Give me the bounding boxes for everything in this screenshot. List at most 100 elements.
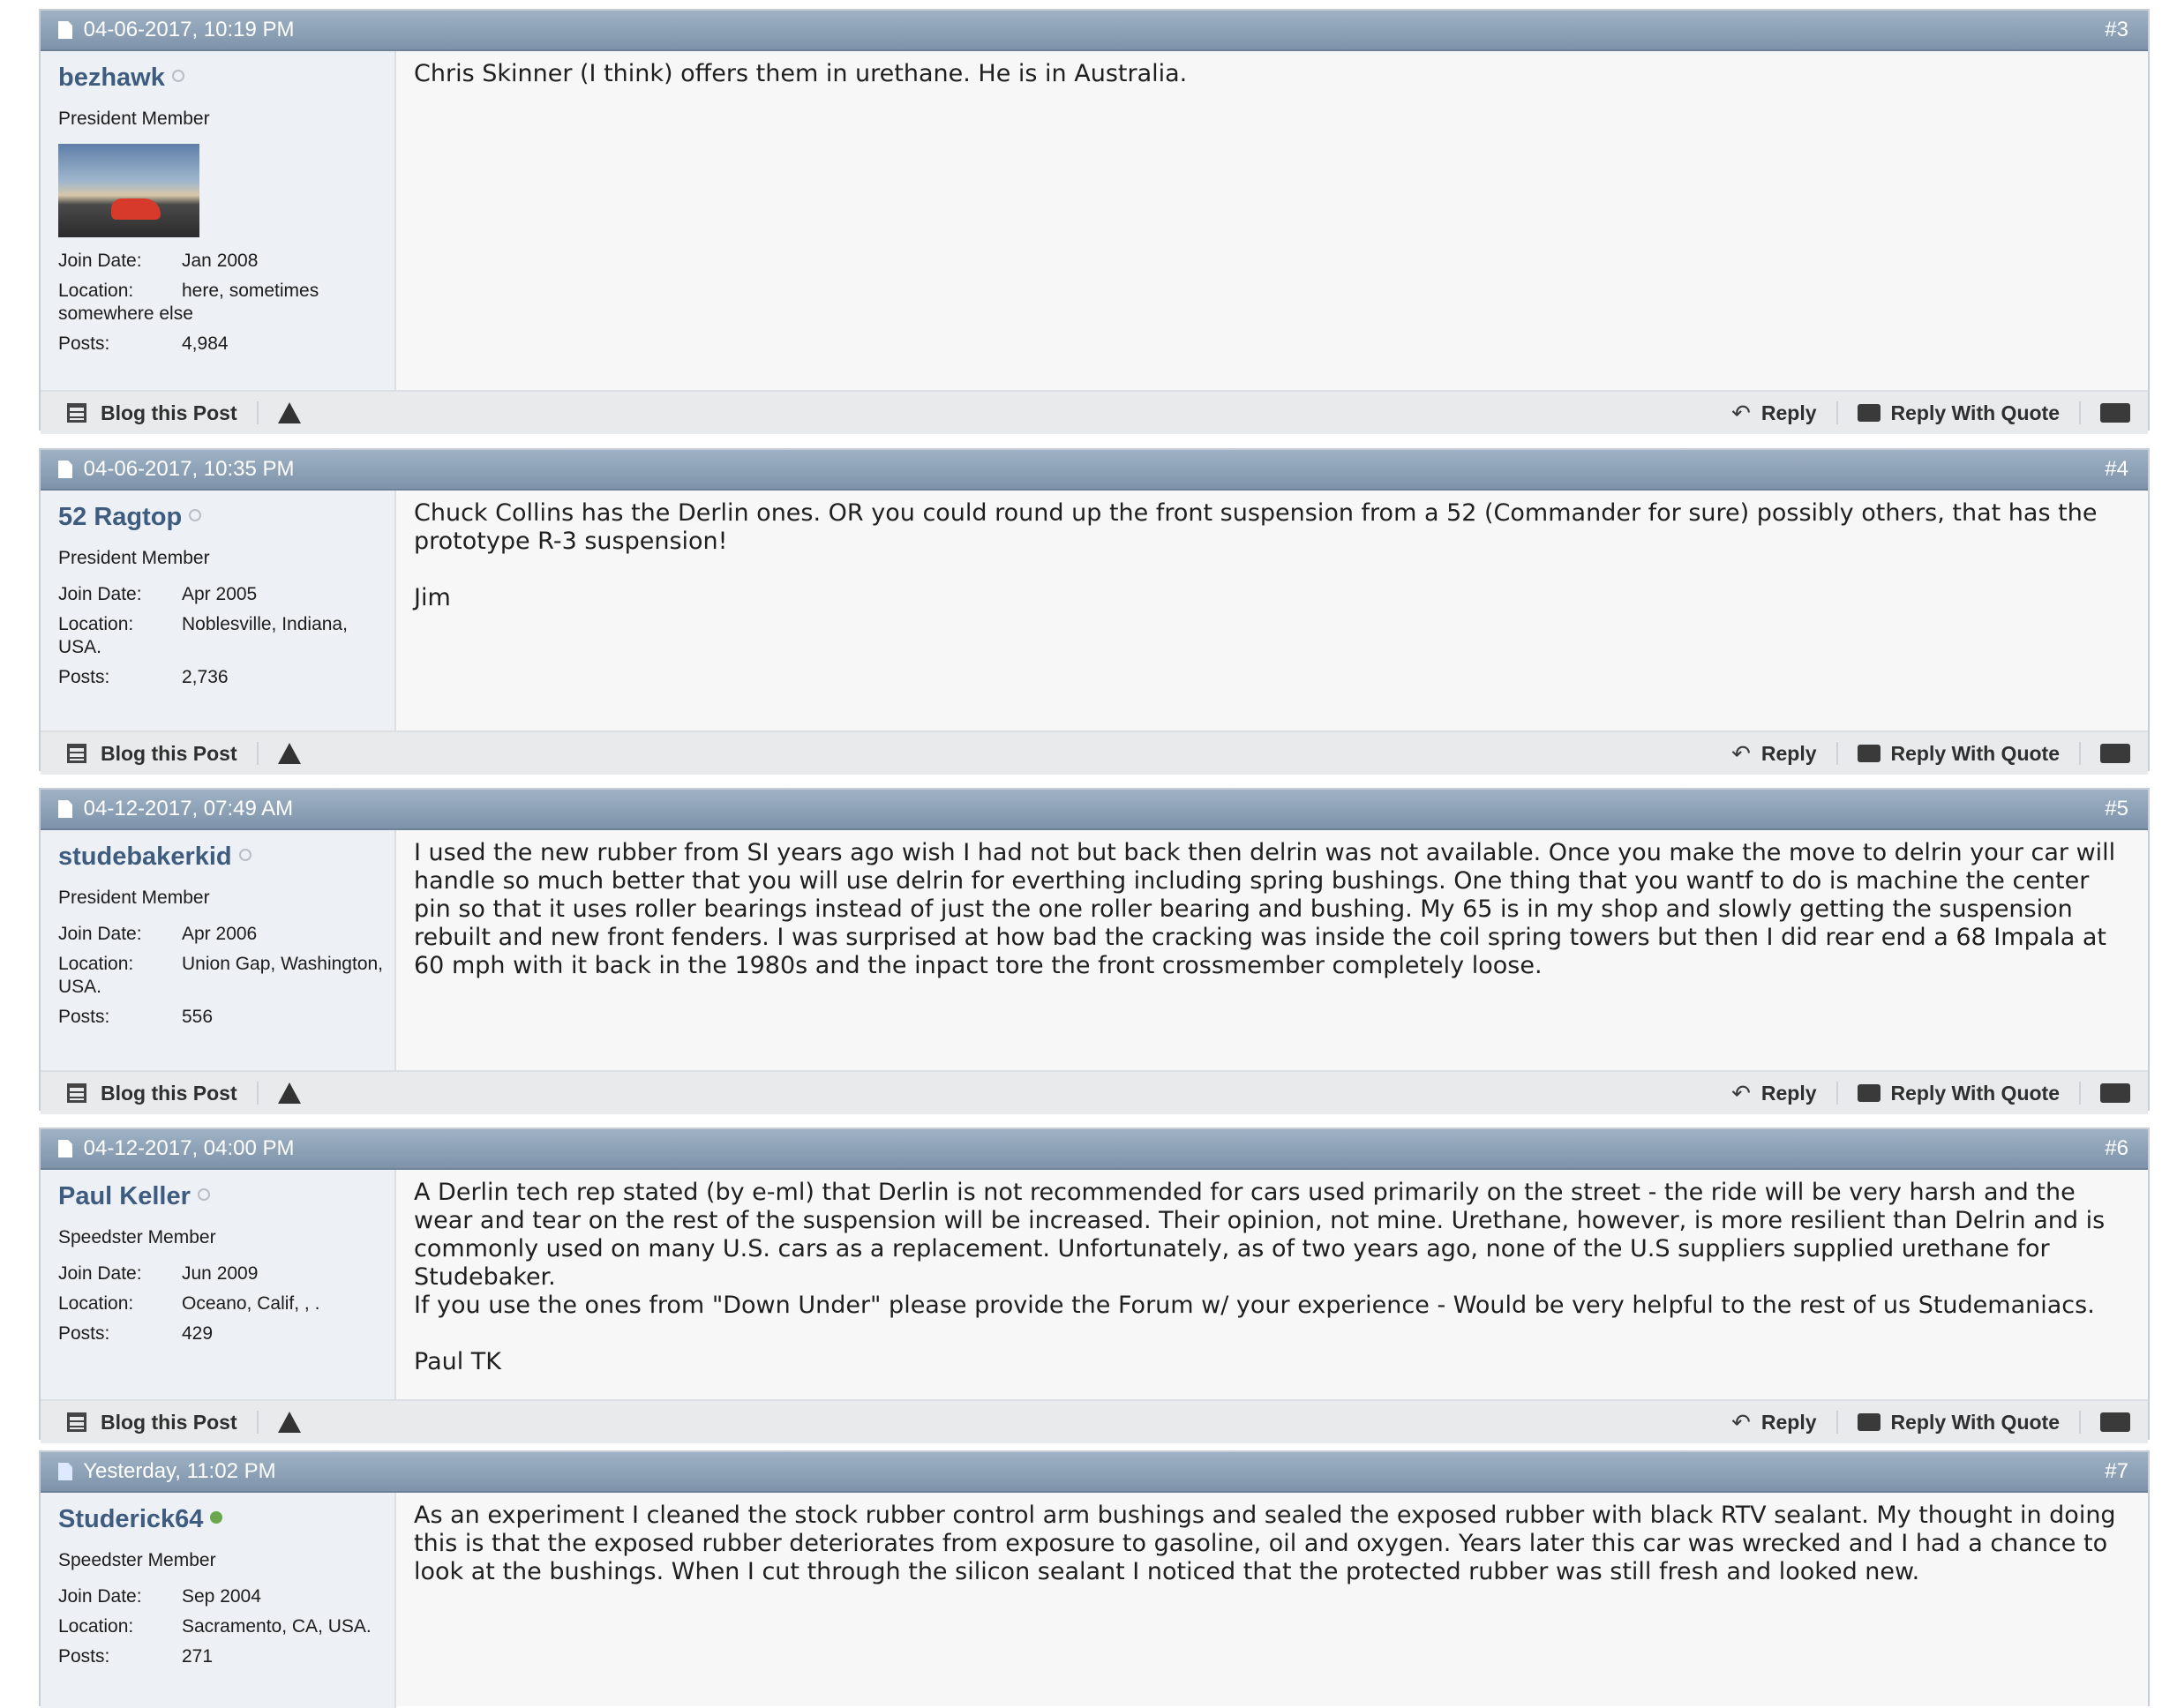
- location-value: Union Gap, Washington, USA.: [58, 954, 384, 997]
- avatar[interactable]: [58, 144, 199, 237]
- post-message: Chuck Collins has the Derlin ones. OR yo…: [414, 499, 2098, 611]
- join-date-label: Join Date:: [58, 1263, 142, 1284]
- blog-icon: [67, 403, 86, 423]
- join-date-label: Join Date:: [58, 251, 142, 271]
- online-status-icon: [210, 1511, 223, 1524]
- posts-value: 556: [182, 1007, 214, 1027]
- post-number-link[interactable]: #4: [2105, 450, 2128, 489]
- post-header: 04-12-2017, 07:49 AM #5: [41, 790, 2148, 830]
- quote-icon: [1857, 745, 1880, 762]
- location-label: Location:: [58, 1616, 134, 1637]
- posts-value: 4,984: [182, 333, 229, 354]
- post-header: 04-06-2017, 10:19 PM #3: [41, 11, 2148, 51]
- post-header: 04-06-2017, 10:35 PM #4: [41, 450, 2148, 491]
- offline-status-icon: [171, 70, 184, 82]
- reply-with-quote-button[interactable]: Reply With Quote: [1857, 1411, 2060, 1435]
- user-rank: President Member: [58, 888, 210, 908]
- post-document-icon: [58, 800, 72, 818]
- blog-this-post-button[interactable]: Blog this Post: [67, 742, 237, 766]
- post-header: Yesterday, 11:02 PM #7: [41, 1452, 2148, 1493]
- username-link[interactable]: Paul Keller: [58, 1182, 394, 1211]
- reply-with-quote-button[interactable]: Reply With Quote: [1857, 401, 2060, 425]
- reply-button[interactable]: ↶ Reply: [1731, 1409, 1816, 1436]
- post: Yesterday, 11:02 PM #7 Studerick64 Speed…: [39, 1450, 2150, 1708]
- reply-arrow-icon: ↶: [1731, 399, 1751, 426]
- user-info-panel: Paul Keller Speedster Member Join Date: J…: [41, 1170, 396, 1399]
- posts-label: Posts:: [58, 1646, 110, 1667]
- username-link[interactable]: bezhawk: [58, 64, 394, 93]
- report-post-icon[interactable]: [277, 402, 301, 423]
- post-date: 04-12-2017, 04:00 PM: [83, 1136, 295, 1160]
- report-post-icon[interactable]: [277, 1412, 301, 1433]
- post-message: A Derlin tech rep stated (by e-ml) that …: [414, 1179, 2106, 1375]
- post-footer: Blog this Post ↶ Reply Reply With Quote: [41, 1070, 2148, 1114]
- post-date: Yesterday, 11:02 PM: [83, 1459, 276, 1483]
- post-document-new-icon: [58, 1463, 72, 1480]
- report-post-icon[interactable]: [277, 743, 301, 764]
- location-value: Noblesville, Indiana, USA.: [58, 614, 348, 657]
- reply-arrow-icon: ↶: [1731, 1079, 1751, 1106]
- reply-button[interactable]: ↶ Reply: [1731, 740, 1816, 768]
- location-label: Location:: [58, 1293, 134, 1314]
- quote-icon: [1857, 1413, 1880, 1431]
- post: 04-12-2017, 04:00 PM #6 Paul Keller Spee…: [39, 1127, 2150, 1443]
- report-post-icon[interactable]: [277, 1082, 301, 1104]
- post-number-link[interactable]: #7: [2105, 1452, 2128, 1491]
- user-info-panel: studebakerkid President Member Join Date…: [41, 830, 396, 1070]
- reply-arrow-icon: ↶: [1731, 739, 1751, 767]
- location-value: Oceano, Calif, , .: [182, 1293, 320, 1314]
- join-date-value: Jan 2008: [182, 251, 259, 271]
- join-date-label: Join Date:: [58, 1586, 142, 1607]
- post-number-link[interactable]: #5: [2105, 790, 2128, 828]
- blog-this-post-button[interactable]: Blog this Post: [67, 1411, 237, 1435]
- reply-with-quote-button[interactable]: Reply With Quote: [1857, 742, 2060, 766]
- blog-this-post-button[interactable]: Blog this Post: [67, 401, 237, 425]
- offline-status-icon: [238, 849, 251, 861]
- reply-button[interactable]: ↶ Reply: [1731, 400, 1816, 427]
- blog-icon: [67, 1412, 86, 1432]
- join-date-value: Jun 2009: [182, 1263, 259, 1284]
- join-date-label: Join Date:: [58, 924, 142, 944]
- post-message: As an experiment I cleaned the stock rub…: [414, 1502, 2116, 1585]
- reply-with-quote-button[interactable]: Reply With Quote: [1857, 1082, 2060, 1105]
- quote-icon: [1857, 1084, 1880, 1102]
- posts-label: Posts:: [58, 667, 110, 687]
- post-number-link[interactable]: #3: [2105, 11, 2128, 49]
- offline-status-icon: [189, 509, 202, 521]
- post-footer: Blog this Post ↶ Reply Reply With Quote: [41, 1399, 2148, 1443]
- posts-value: 271: [182, 1646, 214, 1667]
- blog-this-post-button[interactable]: Blog this Post: [67, 1082, 237, 1105]
- post-number-link[interactable]: #6: [2105, 1129, 2128, 1168]
- post-footer: Blog this Post ↶ Reply Reply With Quote: [41, 730, 2148, 775]
- post: 04-06-2017, 10:35 PM #4 52 Ragtop Presid…: [39, 448, 2150, 775]
- reply-arrow-icon: ↶: [1731, 1408, 1751, 1435]
- offline-status-icon: [197, 1188, 210, 1201]
- posts-label: Posts:: [58, 1007, 110, 1027]
- user-info-panel: 52 Ragtop President Member Join Date: Apr…: [41, 491, 396, 730]
- multi-quote-icon[interactable]: [2100, 744, 2130, 763]
- blog-icon: [67, 1083, 86, 1103]
- join-date-value: Sep 2004: [182, 1586, 261, 1607]
- blog-icon: [67, 744, 86, 763]
- post-date: 04-12-2017, 07:49 AM: [83, 797, 294, 820]
- multi-quote-icon[interactable]: [2100, 403, 2130, 423]
- quote-icon: [1857, 404, 1880, 422]
- reply-button[interactable]: ↶ Reply: [1731, 1080, 1816, 1107]
- multi-quote-icon[interactable]: [2100, 1412, 2130, 1432]
- posts-label: Posts:: [58, 333, 110, 354]
- posts-label: Posts:: [58, 1323, 110, 1344]
- post-message: Chris Skinner (I think) offers them in u…: [414, 60, 1188, 87]
- multi-quote-icon[interactable]: [2100, 1083, 2130, 1103]
- post-document-icon: [58, 1140, 72, 1157]
- user-rank: Speedster Member: [58, 1227, 216, 1247]
- post-footer: Blog this Post ↶ Reply Reply With Quote: [41, 390, 2148, 434]
- posts-value: 2,736: [182, 667, 229, 687]
- join-date-label: Join Date:: [58, 584, 142, 604]
- username-link[interactable]: 52 Ragtop: [58, 503, 394, 532]
- username-link[interactable]: Studerick64: [58, 1505, 394, 1534]
- username-link[interactable]: studebakerkid: [58, 843, 394, 872]
- posts-value: 429: [182, 1323, 214, 1344]
- user-info-panel: bezhawk President Member Join Date: Jan 2…: [41, 51, 396, 390]
- user-rank: Speedster Member: [58, 1550, 216, 1570]
- post-document-icon: [58, 21, 72, 39]
